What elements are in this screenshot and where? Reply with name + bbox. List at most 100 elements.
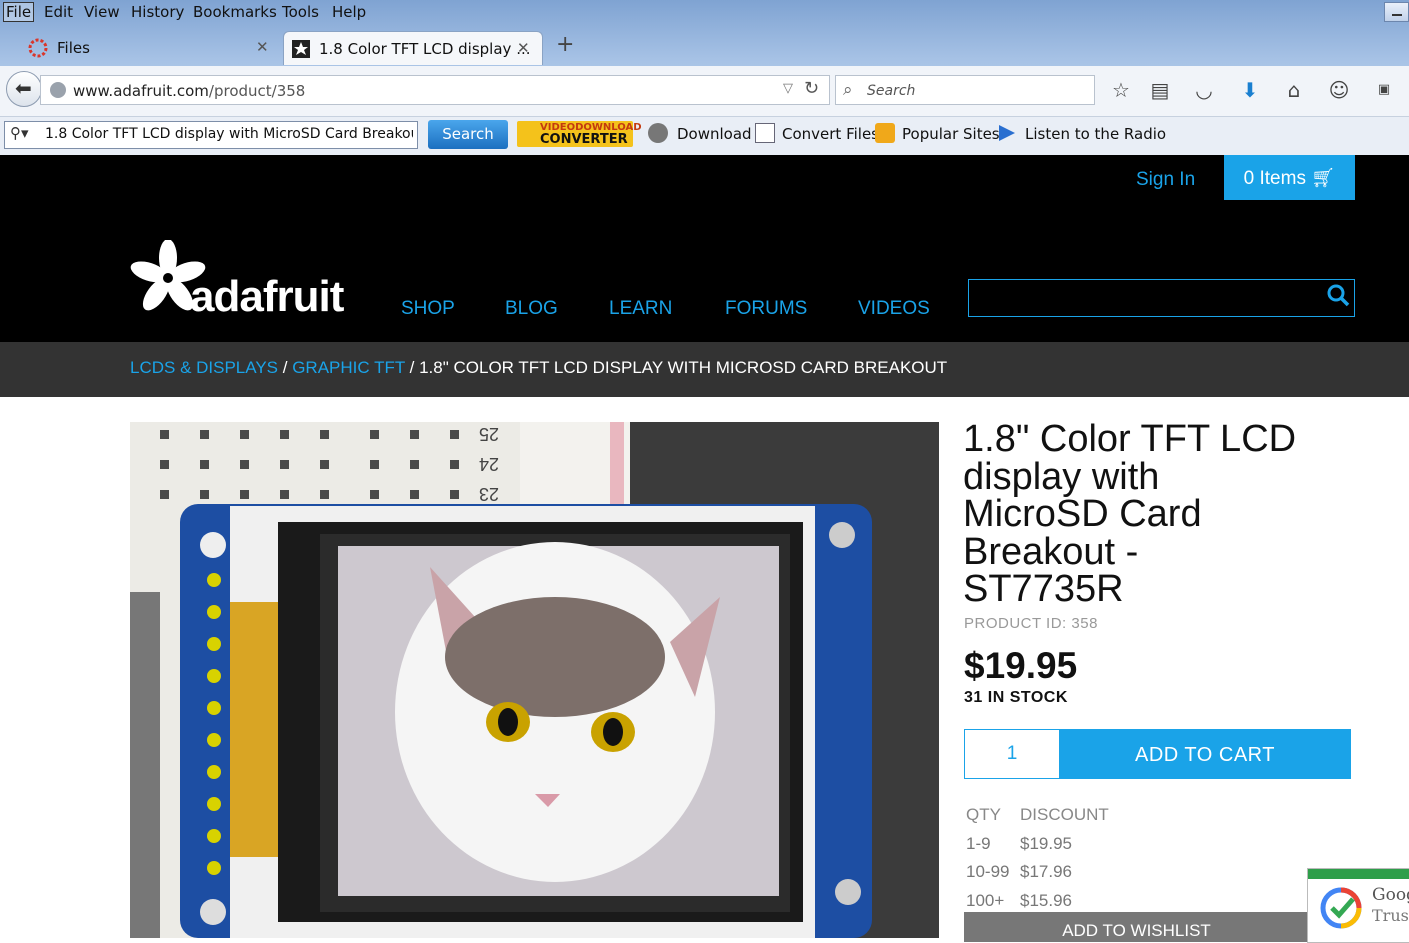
- globe-icon: [50, 82, 66, 98]
- bookmark-star-icon[interactable]: ☆: [1108, 78, 1134, 102]
- toolbar-popular-sites[interactable]: Popular Sites: [902, 125, 1000, 143]
- close-icon[interactable]: ✕: [256, 38, 269, 56]
- discount-cell: $15.96: [1020, 890, 1072, 910]
- vdc-line2: CONVERTER: [540, 132, 628, 147]
- nav-blog[interactable]: BLOG: [505, 298, 558, 320]
- url-path: /product/358: [208, 82, 306, 100]
- nav-shop[interactable]: SHOP: [401, 298, 455, 320]
- product-title-line: MicroSD Card: [963, 493, 1202, 535]
- toolbar-search-text: 1.8 Color TFT LCD display with MicroSD C…: [45, 126, 413, 142]
- minimize-window-button[interactable]: [1384, 2, 1409, 22]
- add-to-cart-button[interactable]: ADD TO CART: [1059, 729, 1351, 779]
- home-icon[interactable]: ⌂: [1281, 78, 1307, 102]
- badge-text: Goog: [1372, 885, 1409, 905]
- breadcrumb: LCDS & DISPLAYS / GRAPHIC TFT / 1.8" COL…: [130, 358, 947, 378]
- badge-text: Trust: [1372, 906, 1409, 925]
- menu-bookmarks[interactable]: Bookmarks: [193, 3, 277, 21]
- video-download-converter-label: VIDEODOWNLOAD CONVERTER: [540, 123, 642, 147]
- tab-strip: Files ✕ 1.8 Color TFT LCD display ... ✕: [0, 28, 1409, 65]
- toolbar-search-button[interactable]: Search: [428, 120, 508, 149]
- adafruit-favicon-icon: [292, 40, 310, 58]
- youtube-icon[interactable]: ▣: [1371, 82, 1397, 97]
- pocket-icon[interactable]: ◡: [1191, 78, 1217, 102]
- breadcrumb-graphic-tft[interactable]: GRAPHIC TFT: [292, 358, 405, 377]
- product-title: 1.8" Color TFT LCD display with MicroSD …: [963, 418, 1383, 610]
- product-title-line: 1.8" Color TFT LCD: [963, 418, 1297, 460]
- breadcrumb-current: 1.8" COLOR TFT LCD DISPLAY WITH MICROSD …: [419, 358, 948, 377]
- stock-status: 31 IN STOCK: [964, 689, 1068, 706]
- badge-collapse-tab[interactable]: [1308, 869, 1409, 879]
- loading-icon: [28, 38, 48, 58]
- url-host: www.adafruit.com: [73, 82, 209, 100]
- download-circle-icon: [648, 123, 668, 143]
- toolbar-convert-files[interactable]: Convert Files: [782, 125, 879, 143]
- logo-wordmark[interactable]: adafruit: [190, 272, 344, 322]
- breadboard-number: 25: [479, 424, 499, 444]
- search-dropdown-icon[interactable]: ⚲▾: [10, 124, 29, 142]
- breadboard-number: 23: [479, 484, 499, 504]
- url-text[interactable]: www.adafruit.com/product/358: [73, 82, 305, 100]
- cart-icon: 🛒︎: [1311, 168, 1336, 189]
- new-tab-button[interactable]: +: [556, 32, 574, 57]
- breadcrumb-lcds-displays[interactable]: LCDS & DISPLAYS: [130, 358, 278, 377]
- table-row: 100+ $15.96: [966, 887, 1109, 916]
- quantity-input[interactable]: [964, 729, 1060, 779]
- reload-icon[interactable]: ↻: [804, 78, 819, 99]
- nav-forums[interactable]: FORUMS: [725, 298, 807, 320]
- menu-tools[interactable]: Tools: [282, 3, 319, 21]
- column-header-discount: DISCOUNT: [1020, 805, 1109, 825]
- discount-table: QTY DISCOUNT 1-9 $19.95 10-99 $17.96 100…: [966, 801, 1109, 915]
- convert-files-icon: [755, 123, 775, 143]
- back-button[interactable]: ⬅: [6, 71, 42, 107]
- nav-learn[interactable]: LEARN: [609, 298, 672, 320]
- menu-view[interactable]: View: [84, 3, 120, 21]
- google-check-icon: [1320, 887, 1362, 929]
- reading-list-icon[interactable]: ▤: [1147, 78, 1173, 102]
- search-placeholder: Search: [867, 83, 916, 99]
- sign-in-link[interactable]: Sign In: [1136, 169, 1195, 191]
- product-title-line: ST7735R: [963, 568, 1124, 610]
- dropdown-arrow-icon[interactable]: ▽: [783, 81, 793, 96]
- cart-label: 0 Items: [1243, 168, 1306, 189]
- table-header-row: QTY DISCOUNT: [966, 801, 1109, 830]
- discount-cell: $17.96: [1020, 862, 1072, 882]
- radio-play-icon: [999, 125, 1015, 141]
- back-arrow-icon: ⬅: [15, 76, 32, 100]
- chat-icon[interactable]: ☺: [1326, 78, 1352, 102]
- menu-bar: File Edit View History Bookmarks Tools H…: [0, 0, 1409, 25]
- tab-files[interactable]: Files ✕: [20, 31, 278, 65]
- menu-file[interactable]: File: [2, 2, 35, 22]
- column-header-qty: QTY: [966, 805, 1001, 825]
- download-icon[interactable]: ⬇: [1237, 78, 1263, 102]
- product-photo: 25 24 23: [130, 422, 939, 938]
- tab-title: Files: [57, 39, 90, 57]
- breadcrumb-separator: /: [404, 358, 420, 377]
- qty-cell: 10-99: [966, 862, 1010, 882]
- breadcrumb-separator: /: [278, 358, 293, 377]
- cart-button[interactable]: 0 Items 🛒︎: [1224, 155, 1355, 200]
- product-title-line: Breakout -: [963, 530, 1139, 573]
- product-id: PRODUCT ID: 358: [964, 615, 1098, 632]
- menu-edit[interactable]: Edit: [44, 3, 73, 21]
- product-image[interactable]: 25 24 23: [130, 422, 939, 938]
- search-icon: ⌕: [843, 80, 853, 100]
- search-icon[interactable]: [1326, 283, 1350, 307]
- site-search-input[interactable]: [968, 279, 1355, 317]
- tab-title: 1.8 Color TFT LCD display ...: [319, 40, 531, 58]
- qty-cell: 100+: [966, 890, 1005, 910]
- menu-help[interactable]: Help: [332, 3, 366, 21]
- product-price: $19.95: [964, 645, 1078, 686]
- popular-sites-icon: [875, 123, 895, 143]
- breadboard-number: 24: [479, 454, 499, 474]
- table-row: 10-99 $17.96: [966, 858, 1109, 887]
- close-icon[interactable]: ✕: [517, 39, 530, 57]
- nav-videos[interactable]: VIDEOS: [858, 298, 930, 320]
- discount-cell: $19.95: [1020, 833, 1072, 853]
- toolbar-listen-radio[interactable]: Listen to the Radio: [1025, 125, 1166, 143]
- product-title-line: display with: [963, 455, 1160, 498]
- menu-history[interactable]: History: [131, 3, 184, 21]
- toolbar-download[interactable]: Download: [677, 125, 752, 143]
- table-row: 1-9 $19.95: [966, 830, 1109, 859]
- tab-product[interactable]: 1.8 Color TFT LCD display ... ✕: [283, 31, 543, 65]
- qty-cell: 1-9: [966, 833, 991, 853]
